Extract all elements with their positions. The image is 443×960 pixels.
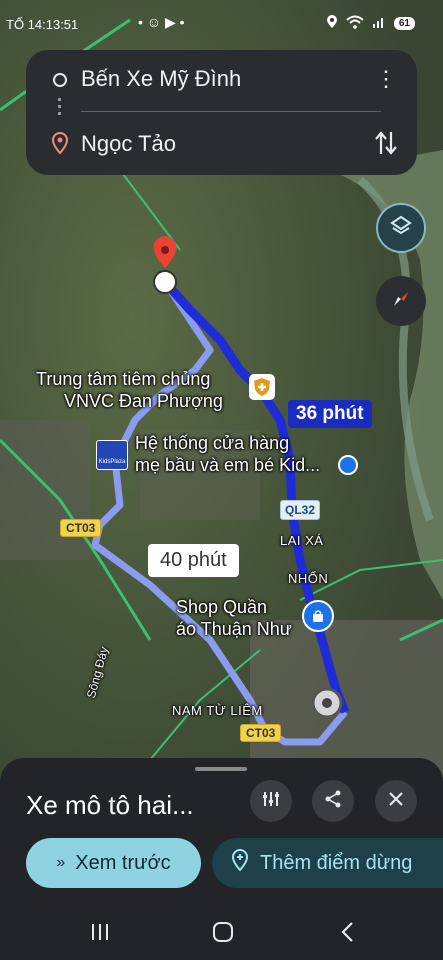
status-notification-icons: • ☺ ▶ •	[138, 14, 185, 30]
route-time-alt[interactable]: 40 phút	[148, 544, 239, 577]
system-nav-bar	[0, 908, 443, 960]
preview-button[interactable]: » Xem trước	[26, 838, 201, 888]
poi-label-line: áo Thuận Như	[176, 619, 292, 639]
battery-level: 61	[393, 17, 415, 30]
destination-row[interactable]: Ngọc Tảo	[26, 114, 417, 174]
shield-plus-icon[interactable]	[249, 374, 275, 400]
bottom-sheet[interactable]: Xe mô tô hai... » Xem trước Thêm điểm dừ…	[0, 758, 443, 908]
poi-vnvc-label[interactable]: Trung tâm tiêm chủng VNVC Đan Phượng	[36, 368, 223, 412]
poi-label-line: Hệ thống cửa hàng	[135, 433, 290, 453]
kidsplaza-logo-icon[interactable]: KidsPlaza	[96, 440, 128, 470]
back-button[interactable]	[328, 920, 368, 948]
poi-label-line: mẹ bầu và em bé Kid...	[135, 455, 321, 475]
layers-icon	[389, 214, 413, 243]
share-button[interactable]	[312, 780, 354, 822]
status-time: TỔ 14:13:51	[6, 17, 79, 32]
recent-apps-button[interactable]	[80, 920, 120, 948]
poi-label-line: Trung tâm tiêm chủng	[36, 369, 211, 389]
road-shield-ql32: QL32	[280, 500, 321, 520]
poi-kidsplaza-label[interactable]: Hệ thống cửa hàng mẹ bầu và em bé Kid...	[135, 432, 320, 476]
compass-icon	[389, 287, 413, 316]
drag-handle[interactable]	[195, 767, 247, 771]
origin-circle-icon	[53, 73, 67, 87]
home-button[interactable]	[203, 920, 243, 948]
location-icon	[326, 15, 338, 32]
add-stop-label: Thêm điểm dừng	[260, 851, 413, 874]
recent-apps-icon	[89, 922, 111, 947]
home-icon	[211, 920, 235, 949]
road-shield-ct03: CT03	[240, 724, 282, 742]
road-shield-ct03: CT03	[60, 519, 102, 537]
origin-row[interactable]: Bến Xe Mỹ Đình ⋮	[26, 50, 417, 110]
close-icon	[387, 790, 405, 813]
share-icon	[323, 789, 343, 814]
compass-button[interactable]	[376, 276, 426, 326]
travel-mode-title: Xe mô tô hai...	[26, 790, 194, 820]
swap-icon[interactable]	[373, 128, 399, 158]
close-button[interactable]	[375, 780, 417, 822]
destination-field[interactable]: Ngọc Tảo	[81, 131, 176, 157]
user-location-dot	[338, 455, 358, 475]
status-bar: TỔ 14:13:51 • ☺ ▶ • 61	[0, 0, 443, 40]
poi-label-line: VNVC Đan Phượng	[64, 391, 223, 411]
back-icon	[340, 921, 356, 948]
more-options-icon[interactable]: ⋮	[373, 64, 399, 94]
poi-shop-label[interactable]: Shop Quần áo Thuận Như	[176, 596, 292, 640]
area-label: NHỔN	[288, 571, 329, 586]
tune-icon	[261, 789, 281, 814]
origin-field[interactable]: Bến Xe Mỹ Đình	[81, 66, 241, 92]
poi-label-line: Shop Quần	[176, 597, 268, 617]
add-stop-button[interactable]: Thêm điểm dừng	[212, 838, 443, 888]
area-label: NAM TỪ LIÊM	[172, 703, 263, 718]
add-location-icon	[230, 849, 250, 877]
route-options-button[interactable]	[250, 780, 292, 822]
chevrons-right-icon: »	[56, 854, 66, 871]
shopping-bag-icon[interactable]	[302, 600, 334, 632]
destination-pin-icon	[51, 132, 69, 155]
divider	[81, 111, 381, 112]
preview-label: Xem trước	[75, 851, 171, 874]
directions-card: Bến Xe Mỹ Đình ⋮ Ngọc Tảo	[26, 50, 417, 175]
origin-marker-icon	[311, 687, 343, 719]
route-time-main[interactable]: 36 phút	[288, 400, 372, 428]
layers-button[interactable]	[376, 203, 426, 253]
area-label: LAI XÁ	[280, 533, 324, 548]
wifi-icon	[346, 15, 364, 32]
signal-icon	[372, 15, 386, 32]
